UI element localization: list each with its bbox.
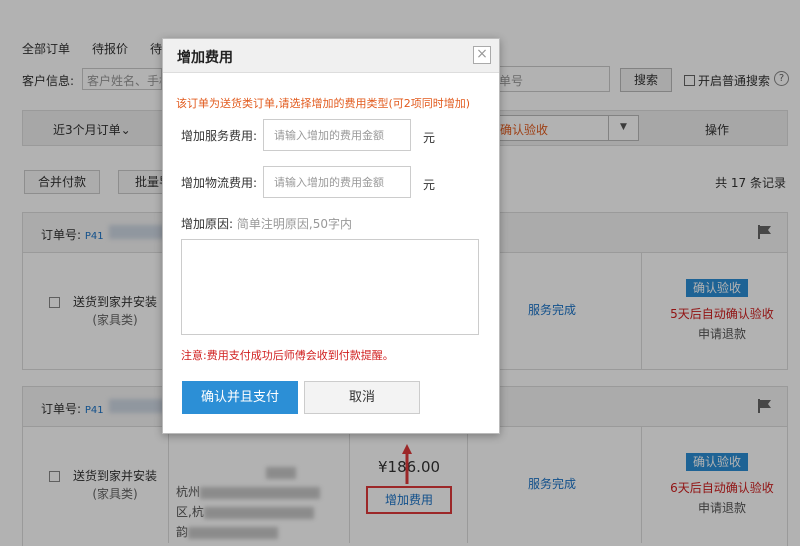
reason-label: 增加原因: bbox=[181, 217, 234, 231]
confirm-pay-button[interactable]: 确认并且支付 bbox=[182, 381, 298, 414]
dialog-notice: 该订单为送货类订单,请选择增加的费用类型(可2项同时增加) bbox=[176, 97, 471, 110]
payment-warning: 注意:费用支付成功后师傅会收到付款提醒。 bbox=[181, 349, 394, 362]
close-icon[interactable]: × bbox=[473, 46, 491, 64]
unit-label: 元 bbox=[423, 178, 436, 192]
logistics-fee-input[interactable]: 请输入增加的费用金额 bbox=[263, 166, 411, 198]
cancel-button[interactable]: 取消 bbox=[304, 381, 420, 414]
logistics-fee-label: 增加物流费用: bbox=[181, 176, 258, 190]
service-fee-label: 增加服务费用: bbox=[181, 129, 258, 143]
dialog-title: 增加费用 bbox=[177, 50, 233, 66]
service-fee-input[interactable]: 请输入增加的费用金额 bbox=[263, 119, 411, 151]
add-fee-dialog: 增加费用 × 该订单为送货类订单,请选择增加的费用类型(可2项同时增加) 增加服… bbox=[162, 38, 500, 434]
reason-textarea[interactable] bbox=[181, 239, 479, 335]
reason-hint: 简单注明原因,50字内 bbox=[236, 217, 352, 231]
dialog-header: 增加费用 × bbox=[163, 39, 499, 73]
reason-label-row: 增加原因: 简单注明原因,50字内 bbox=[181, 215, 352, 232]
unit-label: 元 bbox=[423, 131, 436, 145]
